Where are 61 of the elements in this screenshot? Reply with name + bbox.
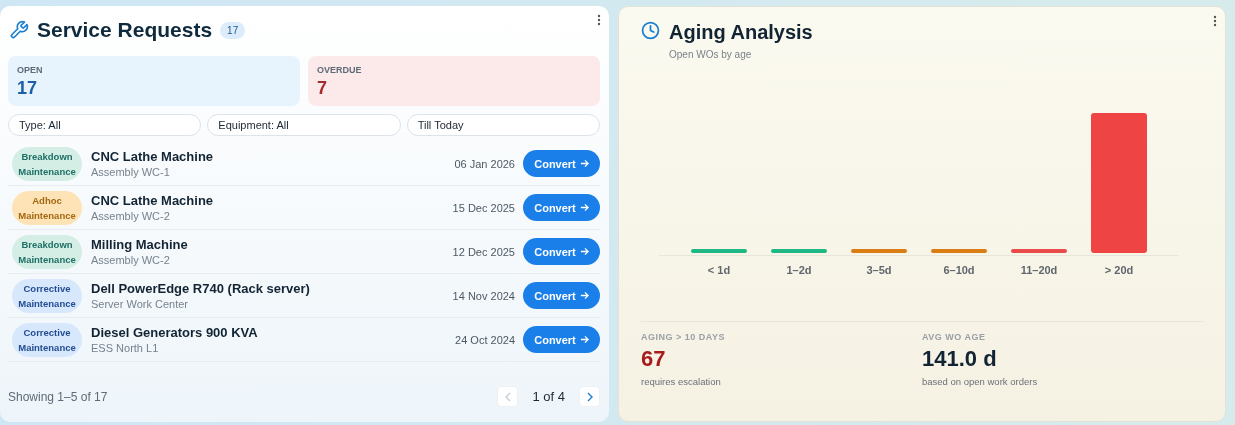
convert-button[interactable]: Convert bbox=[523, 238, 600, 265]
chevron-right-icon bbox=[585, 391, 594, 402]
metric-value: 141.0 d bbox=[922, 346, 997, 372]
arrow-right-icon bbox=[579, 335, 589, 344]
panel-title: Service Requests bbox=[37, 18, 213, 42]
equipment-name: Dell PowerEdge R740 (Rack server) bbox=[91, 281, 311, 296]
count-badge: 17 bbox=[220, 21, 246, 39]
axis-label: 6–10d bbox=[942, 264, 976, 276]
equipment-name: CNC Lathe Machine bbox=[91, 149, 215, 164]
request-date: 06 Jan 2026 bbox=[454, 157, 515, 170]
arrow-right-icon bbox=[579, 203, 589, 212]
more-options-icon[interactable] bbox=[1213, 15, 1217, 27]
more-options-icon[interactable] bbox=[597, 14, 601, 26]
metric-label: AGING > 10 DAYS bbox=[641, 332, 725, 342]
axis-label: < 1d bbox=[706, 264, 732, 276]
stat-label: OPEN bbox=[17, 65, 43, 75]
convert-button[interactable]: Convert bbox=[523, 282, 600, 309]
request-date: 12 Dec 2025 bbox=[452, 245, 515, 258]
convert-button[interactable]: Convert bbox=[523, 150, 600, 177]
work-center: ESS North L1 bbox=[91, 342, 160, 354]
axis-label: 3–5d bbox=[865, 264, 893, 276]
convert-button[interactable]: Convert bbox=[523, 326, 600, 353]
metric-note: based on open work orders bbox=[922, 376, 1038, 387]
request-date: 15 Dec 2025 bbox=[452, 201, 515, 214]
request-date: 14 Nov 2024 bbox=[452, 289, 515, 302]
equipment-name: CNC Lathe Machine bbox=[91, 193, 215, 208]
arrow-right-icon bbox=[579, 159, 589, 168]
page-indicator: 1 of 4 bbox=[532, 389, 565, 404]
axis-label: 1–2d bbox=[785, 264, 813, 276]
filter-dropdown[interactable]: Equipment: All bbox=[207, 114, 401, 136]
panel-title: Aging Analysis bbox=[669, 21, 813, 44]
work-center: Assembly WC-2 bbox=[91, 254, 171, 266]
work-center: Assembly WC-2 bbox=[91, 210, 171, 222]
type-tag: Breakdown Maintenance bbox=[12, 146, 82, 181]
stat-value: 17 bbox=[17, 78, 38, 99]
filter-dropdown[interactable]: Type: All bbox=[8, 114, 202, 136]
equipment-name: Milling Machine bbox=[91, 237, 189, 252]
wrench-icon bbox=[9, 20, 29, 40]
type-tag: Corrective Maintenance bbox=[12, 322, 82, 357]
type-tag: Corrective Maintenance bbox=[12, 278, 82, 313]
stat-label: OVERDUE bbox=[317, 65, 362, 75]
type-tag: Adhoc Maintenance bbox=[12, 190, 82, 225]
type-tag: Breakdown Maintenance bbox=[12, 234, 82, 269]
request-date: 24 Oct 2024 bbox=[455, 333, 515, 346]
chevron-left-icon bbox=[503, 391, 512, 402]
arrow-right-icon bbox=[579, 291, 589, 300]
work-center: Assembly WC-1 bbox=[91, 166, 171, 178]
stat-value: 7 bbox=[317, 78, 327, 99]
axis-label: > 20d bbox=[1103, 264, 1135, 276]
metric-value: 67 bbox=[641, 346, 666, 372]
axis-label: 11–20d bbox=[1019, 264, 1059, 276]
showing-count: Showing 1–5 of 17 bbox=[8, 389, 108, 404]
clock-icon bbox=[641, 21, 660, 40]
filter-dropdown[interactable]: Till Today bbox=[406, 114, 600, 136]
equipment-name: Diesel Generators 900 KVA bbox=[91, 325, 259, 340]
arrow-right-icon bbox=[579, 247, 589, 256]
metric-note: requires escalation bbox=[641, 376, 721, 387]
convert-button[interactable]: Convert bbox=[523, 194, 600, 221]
metric-label: AVG WO AGE bbox=[922, 332, 986, 342]
work-center: Server Work Center bbox=[91, 298, 189, 310]
panel-subtitle: Open WOs by age bbox=[669, 49, 753, 60]
